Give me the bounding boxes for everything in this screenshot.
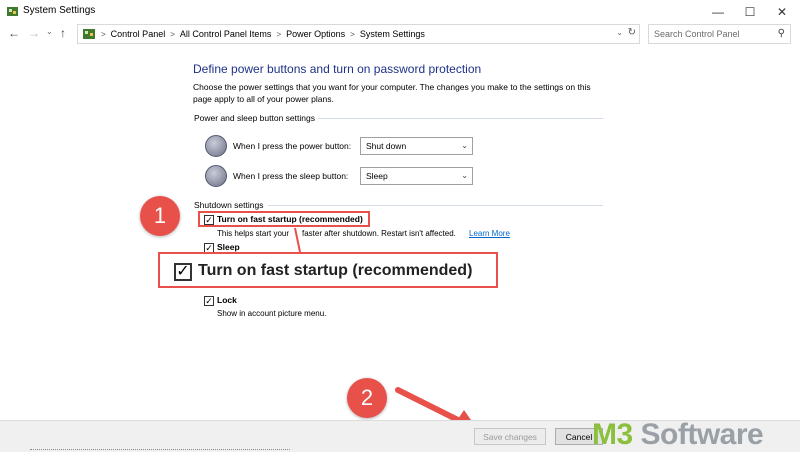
- step-badge-2: 2: [347, 378, 387, 418]
- breadcrumb-separator: >: [170, 29, 175, 39]
- control-panel-icon: [83, 29, 95, 39]
- highlight-box: [198, 211, 370, 227]
- page-title: Define power buttons and turn on passwor…: [193, 62, 482, 76]
- section-divider: [268, 205, 603, 206]
- watermark-software: Software: [632, 418, 764, 451]
- breadcrumb-control-panel[interactable]: Control Panel: [111, 29, 166, 39]
- callout-connector: [294, 227, 301, 253]
- shutdown-section-label: Shutdown settings: [194, 200, 264, 210]
- chevron-down-icon: ⌄: [461, 141, 468, 150]
- fast-startup-help-a: This helps start your: [217, 229, 290, 238]
- control-panel-icon: [7, 7, 18, 16]
- status-strip: [30, 449, 290, 451]
- breadcrumb-separator: >: [101, 29, 106, 39]
- search-input[interactable]: Search Control Panel ⚲: [648, 24, 791, 44]
- sleep-button-label: When I press the sleep button:: [233, 171, 349, 181]
- zoom-callout-text: Turn on fast startup (recommended): [198, 262, 473, 279]
- page-description: Choose the power settings that you want …: [193, 82, 591, 104]
- up-arrow-icon[interactable]: ↑: [60, 26, 66, 40]
- title-bar: System Settings — ☐ ✕: [0, 0, 800, 23]
- window-title: System Settings: [23, 5, 96, 16]
- minimize-button[interactable]: —: [702, 0, 734, 23]
- watermark-m3: M3: [592, 418, 633, 451]
- search-placeholder: Search Control Panel: [654, 29, 740, 39]
- power-button-value: Shut down: [366, 141, 407, 151]
- breadcrumb-power-options[interactable]: Power Options: [286, 29, 345, 39]
- search-icon[interactable]: ⚲: [778, 28, 785, 39]
- learn-more-link[interactable]: Learn More: [469, 229, 510, 238]
- watermark-logo: M3 Software: [592, 418, 764, 452]
- lock-checkbox[interactable]: ✓: [204, 296, 214, 306]
- pointer-arrow-shaft: [395, 387, 461, 423]
- sleep-button-icon: [205, 165, 227, 187]
- maximize-button[interactable]: ☐: [734, 0, 766, 23]
- sleep-button-row: When I press the sleep button: Sleep ⌄: [205, 165, 475, 189]
- lock-option-help: Show in account picture menu.: [217, 309, 327, 318]
- sleep-button-value: Sleep: [366, 171, 388, 181]
- lock-option-label: Lock: [217, 295, 237, 305]
- power-button-select[interactable]: Shut down ⌄: [360, 137, 473, 155]
- power-button-icon: [205, 135, 227, 157]
- power-button-label: When I press the power button:: [233, 141, 352, 151]
- recent-locations-chevron-icon[interactable]: ⌄: [46, 27, 53, 36]
- breadcrumb-separator: >: [350, 29, 355, 39]
- section-divider: [318, 118, 603, 119]
- breadcrumb-separator: >: [276, 29, 282, 39]
- address-bar[interactable]: > Control Panel > All Control Panel Item…: [77, 24, 640, 44]
- sleep-option-label: Sleep: [217, 242, 240, 252]
- zoom-callout: ✓ Turn on fast startup (recommended): [158, 252, 498, 288]
- refresh-icon[interactable]: ↻: [628, 27, 636, 38]
- navigation-bar: ← → ⌄ ↑ > Control Panel > All Control Pa…: [0, 23, 800, 45]
- chevron-down-icon: ⌄: [461, 171, 468, 180]
- forward-arrow-icon[interactable]: →: [28, 26, 40, 40]
- zoom-checkbox-icon: ✓: [174, 263, 192, 281]
- address-dropdown-icon[interactable]: ⌄: [616, 28, 623, 37]
- save-changes-button[interactable]: Save changes: [474, 428, 546, 445]
- breadcrumb-all-items[interactable]: All Control Panel Items: [180, 29, 272, 39]
- power-section-label: Power and sleep button settings: [194, 113, 315, 123]
- sleep-button-select[interactable]: Sleep ⌄: [360, 167, 473, 185]
- breadcrumb-system-settings[interactable]: System Settings: [360, 29, 425, 39]
- step-badge-1: 1: [140, 196, 180, 236]
- power-button-row: When I press the power button: Shut down…: [205, 135, 475, 159]
- back-arrow-icon[interactable]: ←: [8, 26, 20, 40]
- fast-startup-help-b: faster after shutdown. Restart isn't aff…: [302, 229, 456, 238]
- close-button[interactable]: ✕: [766, 0, 798, 23]
